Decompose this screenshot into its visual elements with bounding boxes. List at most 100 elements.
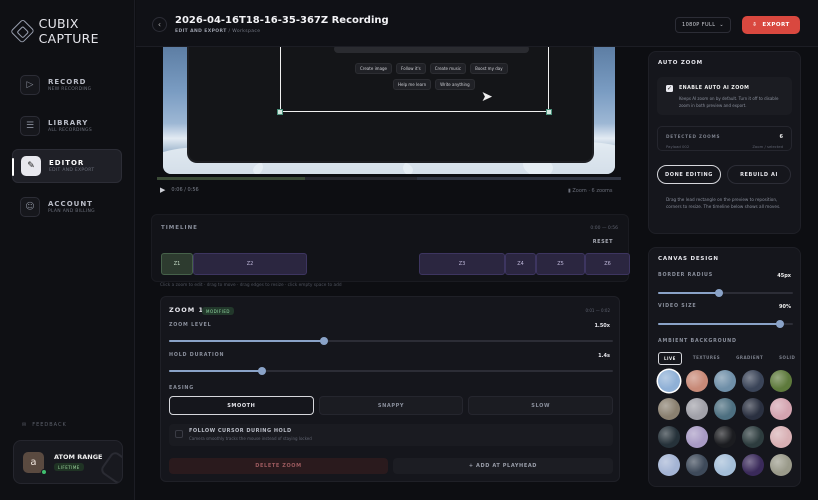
follow-cursor-option[interactable]: FOLLOW CURSOR DURING HOLD Camera smoothl… [169, 424, 613, 446]
sidebar-item-account[interactable]: ☺ ACCOUNT PLAN AND BILLING [12, 190, 122, 224]
follow-cursor-checkbox[interactable] [175, 430, 183, 438]
timeline-title: TIMELINE [161, 225, 198, 231]
timeline-panel: TIMELINE 0:00 — 0:56 RESET Z1 Z2 Z3 Z4 Z… [151, 214, 631, 282]
resize-handle[interactable] [277, 109, 283, 115]
zoom-segment[interactable]: Z3 [419, 253, 505, 275]
background-swatch[interactable] [658, 398, 680, 420]
zoom-segment[interactable]: Z6 [585, 253, 630, 275]
zoom-editor-panel: ZOOM 1 MODIFIED 0:01 — 0:02 ZOOM LEVEL 1… [160, 296, 620, 482]
video-icon: ▷ [20, 75, 40, 95]
sidebar-item-sub: EDIT AND EXPORT [49, 168, 95, 173]
hold-duration-value: 1.4s [598, 353, 610, 359]
chevron-down-icon: ⌄ [719, 22, 725, 28]
zoom-rectangle[interactable] [277, 47, 552, 115]
user-card[interactable]: a ATOM RANGE LIFETIME [13, 440, 123, 484]
scrub-bar[interactable] [157, 177, 621, 180]
check-icon[interactable]: ✓ [666, 85, 673, 92]
tab-solid[interactable]: SOLID [774, 352, 800, 365]
online-status-dot [41, 469, 47, 475]
sidebar-item-sub: ALL RECORDINGS [48, 127, 93, 133]
background-swatch[interactable] [742, 370, 764, 392]
easing-smooth-button[interactable]: SMOOTH [169, 396, 314, 415]
background-swatch[interactable] [714, 398, 736, 420]
play-icon[interactable]: ▶ [160, 186, 165, 194]
brand-watermark-icon [98, 449, 122, 483]
canvas-design-title: CANVAS DESIGN [658, 256, 719, 262]
sidebar-item-library[interactable]: ☰ LIBRARY ALL RECORDINGS [12, 109, 122, 143]
slider-thumb[interactable] [714, 289, 723, 297]
background-swatch[interactable] [658, 454, 680, 476]
easing-slow-button[interactable]: SLOW [468, 396, 614, 415]
zoom-segment[interactable]: Z1 [161, 253, 193, 275]
background-swatch[interactable] [742, 454, 764, 476]
zoom-level-label: ZOOM LEVEL [169, 323, 212, 328]
delete-zoom-button[interactable]: DELETE ZOOM [169, 458, 388, 474]
timeline-range: 0:00 — 0:56 [590, 226, 618, 231]
player-controls: ▶ 0:06 / 0:56 [160, 186, 199, 194]
background-swatch[interactable] [714, 454, 736, 476]
sidebar-item-label: RECORD [48, 78, 87, 86]
rebuild-ai-button[interactable]: REBUILD AI [727, 165, 791, 184]
background-swatch[interactable] [770, 370, 792, 392]
add-at-playhead-button[interactable]: + ADD AT PLAYHEAD [393, 458, 613, 474]
zoom-segment[interactable]: Z2 [193, 253, 307, 275]
background-swatch[interactable] [686, 370, 708, 392]
plan-badge: LIFETIME [54, 463, 84, 471]
breadcrumb: EDIT AND EXPORT / Workspace [175, 29, 261, 34]
auto-zoom-title: AUTO ZOOM [658, 60, 703, 66]
back-button[interactable]: ‹ [152, 17, 167, 32]
easing-snappy-button[interactable]: SNAPPY [318, 396, 464, 415]
export-button[interactable]: ⇩ EXPORT [742, 16, 800, 34]
sidebar-item-editor[interactable]: ✎ EDITOR EDIT AND EXPORT [12, 149, 122, 183]
page-title: 2026-04-16T18-16-35-367Z Recording [175, 15, 389, 26]
slider-thumb[interactable] [775, 320, 784, 328]
background-swatch[interactable] [686, 454, 708, 476]
zoom-segment[interactable]: Z4 [505, 253, 536, 275]
sidebar-item-label: ACCOUNT [48, 199, 93, 208]
background-swatch[interactable] [742, 426, 764, 448]
brand[interactable]: CUBIX CAPTURE [10, 16, 134, 46]
resize-handle[interactable] [546, 109, 552, 115]
sidebar-item-record[interactable]: ▷ RECORD NEW RECORDING [12, 68, 122, 102]
recorded-screen: Create image Follow it's Create music Bo… [189, 47, 592, 161]
video-size-slider[interactable] [658, 320, 793, 328]
background-swatch[interactable] [658, 370, 680, 392]
background-swatch[interactable] [658, 426, 680, 448]
chevron-left-icon: ‹ [157, 20, 162, 29]
reset-button[interactable]: RESET [593, 239, 613, 245]
background-swatch[interactable] [770, 454, 792, 476]
tab-live[interactable]: LIVE [658, 352, 682, 365]
background-swatch[interactable] [686, 426, 708, 448]
database-icon: ☰ [20, 115, 40, 136]
edit-icon: ✎ [21, 156, 41, 176]
zoom-title: ZOOM 1 [169, 306, 205, 314]
background-swatch[interactable] [742, 398, 764, 420]
background-swatch[interactable] [686, 398, 708, 420]
tab-gradient[interactable]: GRADIENT [731, 352, 768, 365]
slider-thumb[interactable] [320, 337, 329, 345]
zoom-level-value: 1.50x [594, 323, 610, 329]
tab-textures[interactable]: TEXTURES [688, 352, 725, 365]
border-radius-slider[interactable] [658, 289, 793, 297]
zoom-segment[interactable]: Z5 [536, 253, 585, 275]
easing-selector: SMOOTH SNAPPY SLOW [169, 396, 614, 415]
mouse-cursor-icon: ➤ [481, 89, 493, 105]
slider-fill [658, 292, 719, 294]
border-radius-value: 45px [777, 273, 791, 279]
zoom-count: ▮ Zoom · 6 zooms [568, 188, 613, 194]
background-swatch[interactable] [770, 398, 792, 420]
feedback-link[interactable]: ✉ FEEDBACK [22, 422, 67, 428]
zoom-level-slider[interactable] [169, 337, 613, 345]
slider-thumb[interactable] [258, 367, 267, 375]
background-swatch[interactable] [770, 426, 792, 448]
auto-zoom-toggle[interactable]: ✓ ENABLE AUTO AI ZOOM Keeps AI zoom on b… [657, 77, 792, 115]
timeline-track[interactable]: Z1 Z2 Z3 Z4 Z5 Z6 [161, 253, 631, 275]
ambient-background-label: AMBIENT BACKGROUND [658, 339, 737, 344]
auto-zoom-enable-description: Keeps AI zoom on by default. Turn it off… [679, 96, 779, 108]
done-editing-button[interactable]: DONE EDITING [657, 165, 721, 184]
background-swatch[interactable] [714, 426, 736, 448]
video-preview[interactable]: Create image Follow it's Create music Bo… [163, 47, 615, 174]
background-swatch[interactable] [714, 370, 736, 392]
quality-select[interactable]: 1080P FULL ⌄ [675, 17, 731, 33]
hold-duration-slider[interactable] [169, 367, 613, 375]
